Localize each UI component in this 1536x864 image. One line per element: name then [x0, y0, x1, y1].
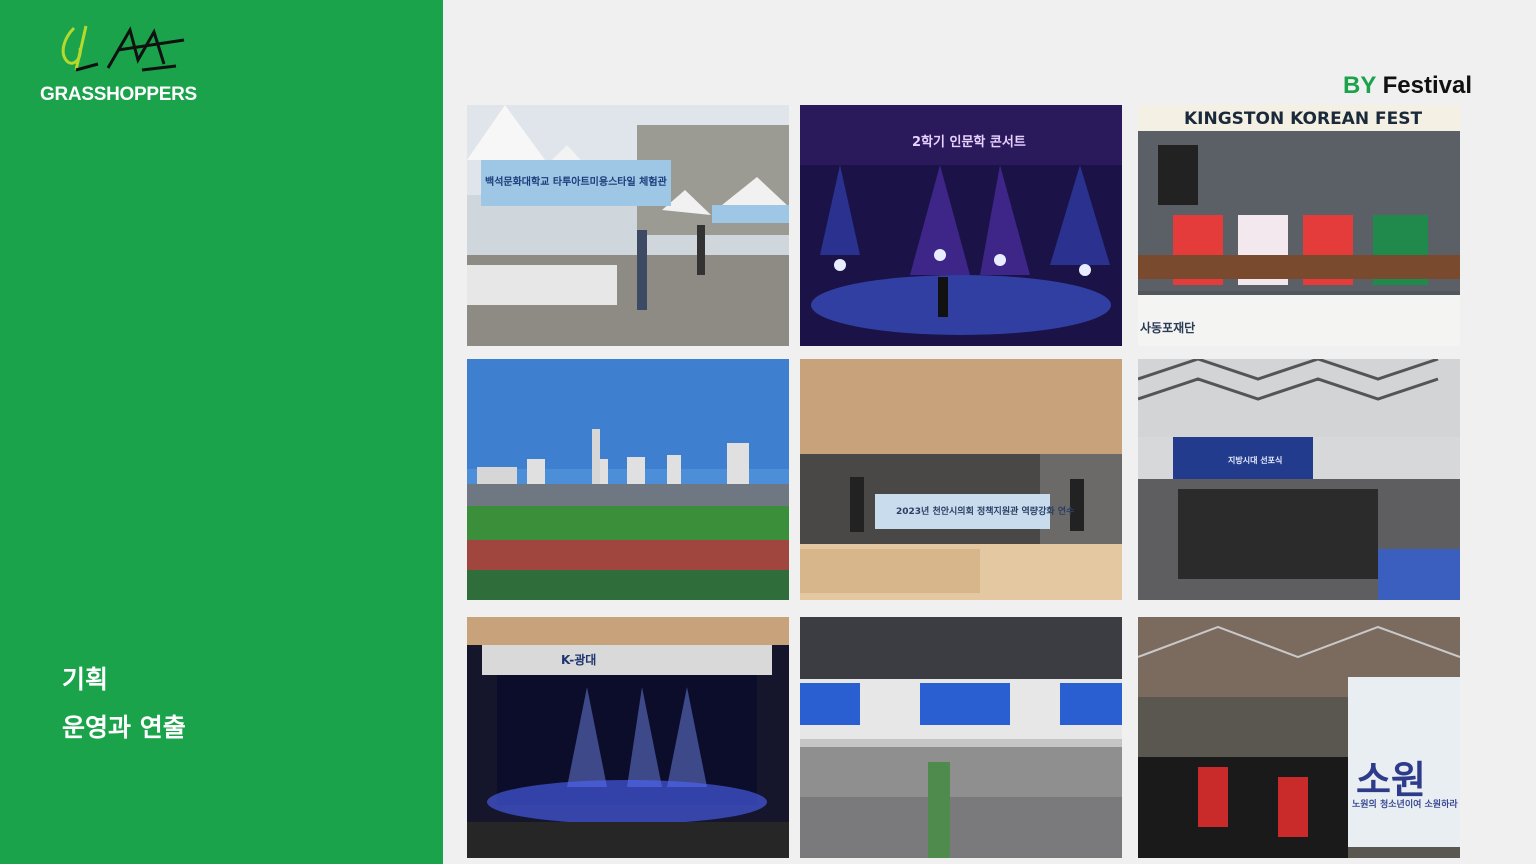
photo-booth-tents: 백석문화대학교 타투아트미용스타일 체험관 [467, 105, 789, 346]
photo-group-training: 2023년 천안시의회 정책지원관 역량강화 연수 [800, 359, 1122, 600]
photo-concert-stage: 2학기 인문학 콘서트 [800, 105, 1122, 346]
festival-sign: KINGSTON KOREAN FEST [1184, 109, 1423, 129]
booth-banner: 백석문화대학교 타투아트미용스타일 체험관 [485, 177, 667, 188]
heading-festival: Festival [1382, 72, 1472, 99]
training-banner: 2023년 천안시의회 정책지원관 역량강화 연수 [896, 507, 1075, 517]
podium-text: 사동포재단 [1140, 321, 1196, 335]
heading-by: BY [1343, 72, 1376, 99]
brand-logo: GRASSHOPPERS [40, 20, 200, 110]
tagline-line-2: 운영과 연출 [62, 713, 186, 742]
ceremony-screen: 지방시대 선포식 [1228, 456, 1283, 465]
photo-indoor-youth-event: 소원 노원의 청소년이여 소원하라 [1138, 617, 1460, 858]
sidebar-panel: GRASSHOPPERS 기획 운영과 연출 [0, 0, 443, 864]
photo-hall-ceremony: 지방시대 선포식 [1138, 359, 1460, 600]
concert-sign: 2학기 인문학 콘서트 [912, 135, 1026, 150]
photo-gayageum-performance: KINGSTON KOREAN FEST 사동포재단 [1138, 105, 1460, 346]
photo-stadium [467, 359, 789, 600]
grasshopper-logo-icon [61, 25, 185, 72]
tagline-line-1: 기획 [62, 665, 109, 694]
event-banner: 소원 [1356, 758, 1426, 802]
page-heading: BY Festival [1343, 72, 1472, 100]
brand-name: GRASSHOPPERS [40, 84, 197, 105]
event-subtext: 노원의 청소년이여 소원하라 [1352, 800, 1458, 810]
photo-theater-stage: K-광대 [467, 617, 789, 858]
theater-banner: K-광대 [561, 653, 597, 667]
tagline: 기획 운영과 연출 [62, 656, 186, 752]
photo-outdoor-seating [800, 617, 1122, 858]
